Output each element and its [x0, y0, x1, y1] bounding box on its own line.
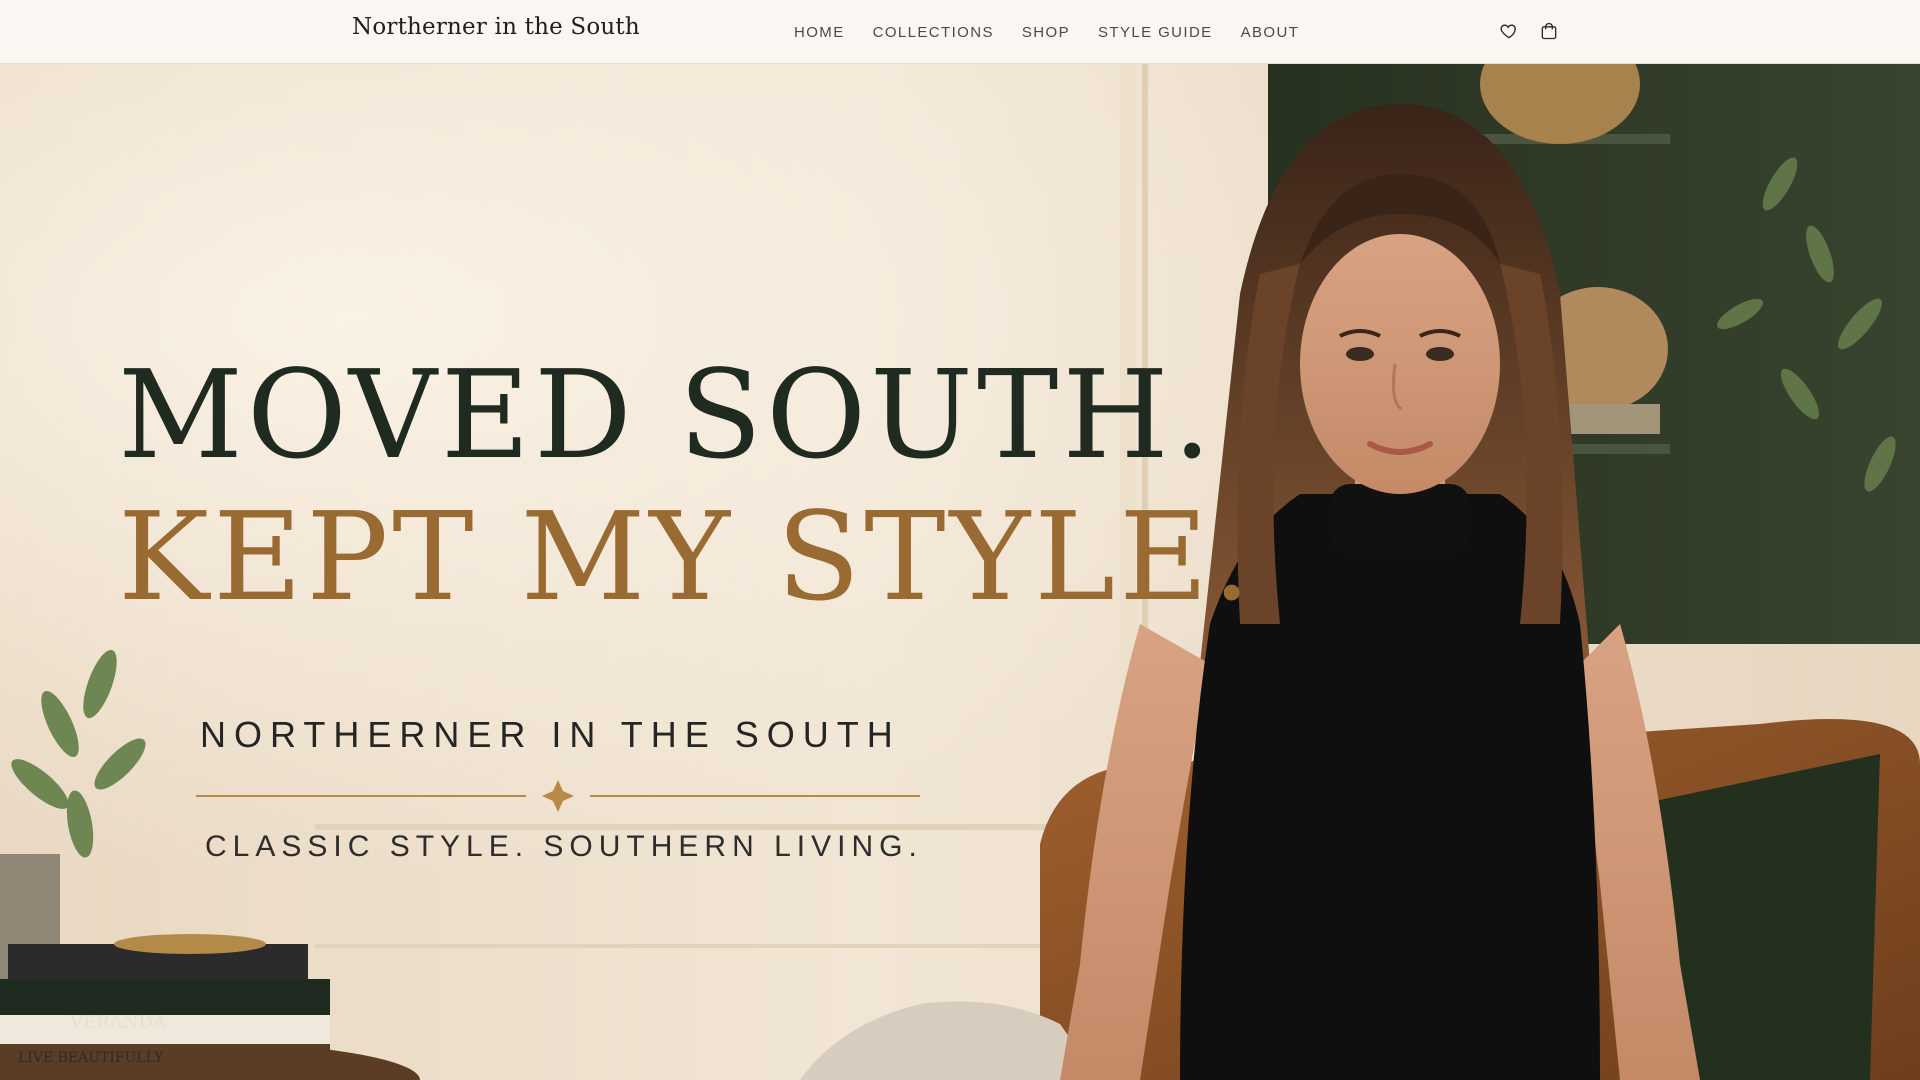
hero-headline-line1: MOVED SOUTH. — [118, 344, 1216, 486]
heart-icon — [1500, 24, 1516, 39]
hero-tagline: CLASSIC STYLE. SOUTHERN LIVING. — [205, 830, 923, 863]
nav-collections[interactable]: COLLECTIONS — [873, 24, 994, 41]
star-ornament-icon — [542, 780, 574, 812]
nav-home[interactable]: HOME — [794, 24, 845, 41]
site-logo[interactable]: Northerner in the South — [352, 14, 640, 40]
top-navigation: Northerner in the South HOME COLLECTIONS… — [0, 0, 1920, 64]
book-spine-live-beautifully: LIVE BEAUTIFULLY — [18, 1050, 164, 1066]
nav-shop[interactable]: SHOP — [1022, 24, 1070, 41]
nav-about[interactable]: ABOUT — [1241, 24, 1300, 41]
book-spine-veranda: VERANDA — [69, 1012, 167, 1033]
cart-button[interactable] — [1536, 18, 1562, 44]
hero-brand-name: NORTHERNER IN THE SOUTH — [200, 714, 901, 755]
nav-style-guide[interactable]: STYLE GUIDE — [1098, 24, 1213, 41]
hero-section: VERANDA LIVE BEAUTIFULLY MOVED SOUTH. KE… — [0, 64, 1920, 1080]
shopping-bag-icon — [1541, 22, 1557, 40]
hero-headline-line2: KEPT MY STYLE. — [118, 486, 1256, 628]
main-menu: HOME COLLECTIONS SHOP STYLE GUIDE ABOUT — [780, 0, 1313, 64]
page: Northerner in the South HOME COLLECTIONS… — [0, 0, 1920, 1080]
decorative-divider — [196, 780, 920, 812]
wishlist-button[interactable] — [1496, 18, 1522, 44]
nav-icons — [1496, 18, 1562, 44]
